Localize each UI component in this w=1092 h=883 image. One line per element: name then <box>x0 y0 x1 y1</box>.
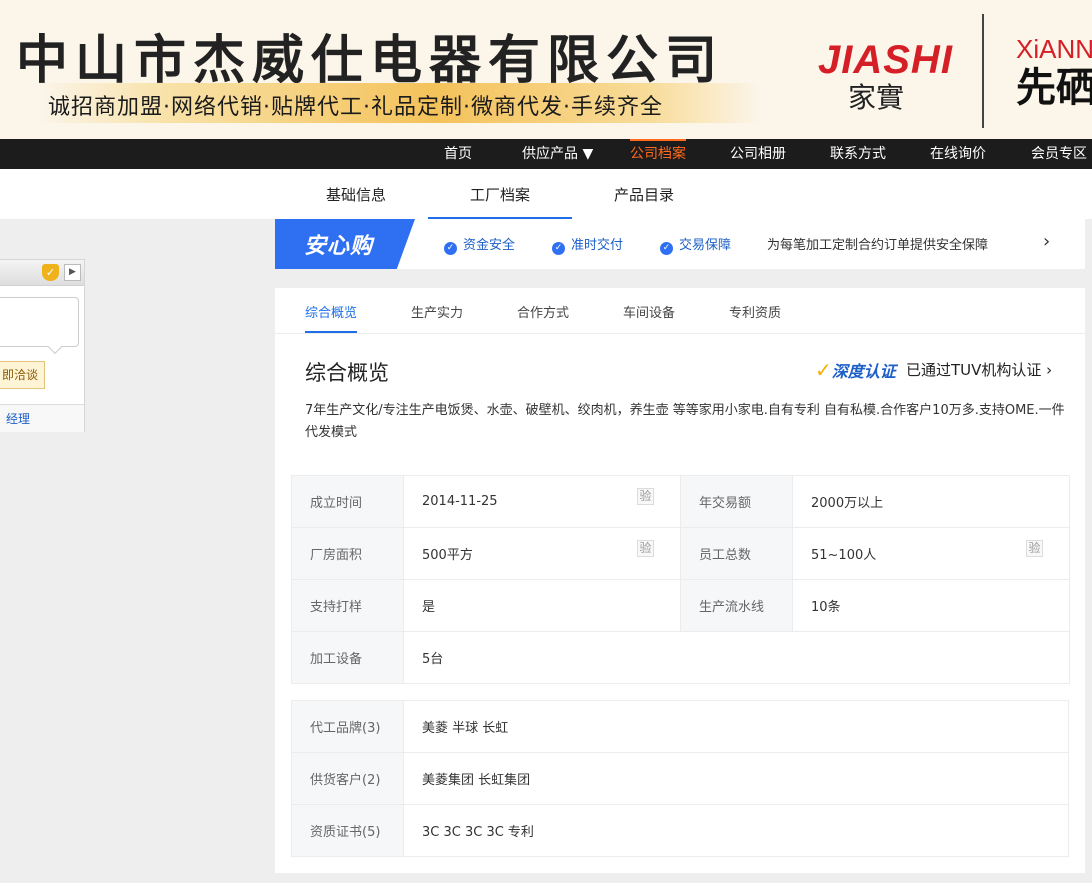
staff-value: 51~100人 <box>811 548 877 563</box>
table-row: 供货客户(2) 美菱集团 长虹集团 <box>291 752 1069 805</box>
factory-area-label: 厂房面积 <box>291 527 404 580</box>
tuv-certification-link[interactable]: 已通过TUV机构认证 › <box>906 359 1052 380</box>
secure-buy-description: 为每笔加工定制合约订单提供安全保障 <box>767 238 989 253</box>
verified-icon[interactable]: 验 <box>637 488 654 505</box>
clients-label: 供货客户(2) <box>291 752 404 805</box>
slogan: 诚招商加盟·网络代销·贴牌代工·礼品定制·微商代发·手续齐全 <box>48 95 663 120</box>
facts-table: 成立时间 2014-11-25 验 年交易额 2000万以上 厂房面积 500平方… <box>291 475 1070 684</box>
company-description: 7年生产文化/专注生产电饭煲、水壶、破壁机、绞肉机，养生壶 等等家用小家电.自有… <box>305 403 1065 440</box>
secure-buy-strip: 安心购 ✓ 资金安全 ✓ 准时交付 ✓ 交易保障 为每笔加工定制合约订单提供安全保障 … <box>275 219 1085 269</box>
jiashi-logo-en: JIASHI <box>818 38 953 82</box>
annual-trade-label: 年交易额 <box>680 475 793 528</box>
founded-label: 成立时间 <box>291 475 404 528</box>
checkmark-icon: ✓ <box>815 358 832 382</box>
table-row: 资质证书(5) 3C 3C 3C 3C 专利 <box>291 804 1069 857</box>
xiann-logo-en: XiANN <box>1016 34 1092 64</box>
table-row: 加工设备 5台 <box>291 631 1070 684</box>
factory-profile-panel: 综合概览 生产实力 合作方式 车间设备 专利资质 综合概览 ✓深度认证 已通过T… <box>275 288 1085 873</box>
main-nav: 首页 供应产品 ▼ 公司档案 公司相册 联系方式 在线询价 会员专区 <box>0 139 1092 169</box>
manager-link[interactable]: 经理 <box>0 410 30 427</box>
shield-icon: ✓ <box>42 264 59 281</box>
sampling-label: 支持打样 <box>291 579 404 632</box>
sampling-value: 是 <box>403 579 681 632</box>
partners-table: 代工品牌(3) 美菱 半球 长虹 供货客户(2) 美菱集团 长虹集团 资质证书(… <box>291 700 1069 857</box>
guarantee-on-time: ✓ 准时交付 <box>552 234 623 255</box>
oem-brands-label: 代工品牌(3) <box>291 700 404 753</box>
contact-widget-header: ✓ ▶ <box>0 260 84 286</box>
verified-icon[interactable]: 验 <box>637 540 654 557</box>
nav-contact[interactable]: 联系方式 <box>830 139 886 169</box>
verified-icon[interactable]: 验 <box>1026 540 1043 557</box>
check-circle-icon: ✓ <box>660 242 673 255</box>
contact-widget: ✓ ▶ 即洽谈 经理 <box>0 259 85 432</box>
section-title: 综合概览 <box>305 361 389 385</box>
nav-products[interactable]: 供应产品 ▼ <box>522 139 593 169</box>
table-row: 支持打样 是 生产流水线 10条 <box>291 579 1070 632</box>
chevron-right-icon[interactable]: › <box>1043 231 1050 252</box>
table-row: 代工品牌(3) 美菱 半球 长虹 <box>291 700 1069 753</box>
founded-value: 2014-11-25 <box>422 494 498 509</box>
certificates-label: 资质证书(5) <box>291 804 404 857</box>
secure-buy-logo-text: 安心购 <box>304 234 374 259</box>
tab-patents[interactable]: 专利资质 <box>729 302 781 321</box>
production-lines-value: 10条 <box>792 579 1070 632</box>
xiann-logo: XiANN 先硒 <box>1016 34 1092 112</box>
brand-divider <box>982 14 984 128</box>
equipment-value: 5台 <box>403 631 1070 684</box>
jiashi-logo-cn: 家實 <box>848 81 905 114</box>
company-name: 中山市杰威仕电器有限公司 <box>16 31 725 91</box>
nav-inquiry[interactable]: 在线询价 <box>930 139 986 169</box>
founded-cell: 2014-11-25 验 <box>403 475 681 528</box>
tab-production-strength[interactable]: 生产实力 <box>411 302 463 321</box>
clients-value: 美菱集团 长虹集团 <box>403 752 1069 805</box>
guarantee-funds-label: 资金安全 <box>463 238 516 253</box>
subnav-factory-profile[interactable]: 工厂档案 <box>428 169 572 219</box>
deep-certification-badge: ✓深度认证 <box>815 358 896 382</box>
tab-cooperation[interactable]: 合作方式 <box>517 302 569 321</box>
certificates-value: 3C 3C 3C 3C 专利 <box>403 804 1069 857</box>
nav-home[interactable]: 首页 <box>444 139 472 169</box>
oem-brands-value: 美菱 半球 长虹 <box>403 700 1069 753</box>
staff-label: 员工总数 <box>680 527 793 580</box>
tab-overview[interactable]: 综合概览 <box>305 302 358 333</box>
message-bubble <box>0 297 79 347</box>
secure-buy-logo: 安心购 <box>275 219 415 269</box>
collapse-arrow-icon[interactable]: ▶ <box>64 264 81 281</box>
deep-certification-label: 深度认证 <box>831 362 896 381</box>
nav-member-zone[interactable]: 会员专区 <box>1031 139 1087 169</box>
shop-banner: 中山市杰威仕电器有限公司 诚招商加盟·网络代销·贴牌代工·礼品定制·微商代发·手… <box>0 0 1092 139</box>
xiann-logo-cn: 先硒 <box>1016 65 1092 111</box>
check-circle-icon: ✓ <box>444 242 457 255</box>
table-row: 成立时间 2014-11-25 验 年交易额 2000万以上 <box>291 475 1070 528</box>
tab-workshop-equipment[interactable]: 车间设备 <box>623 302 675 321</box>
production-lines-label: 生产流水线 <box>680 579 793 632</box>
guarantee-on-time-label: 准时交付 <box>571 238 624 253</box>
table-row: 厂房面积 500平方 验 员工总数 51~100人 验 <box>291 527 1070 580</box>
equipment-label: 加工设备 <box>291 631 404 684</box>
jiashi-logo: JIASHI 家實 <box>818 38 958 114</box>
factory-area-cell: 500平方 验 <box>403 527 681 580</box>
sub-nav: 基础信息 工厂档案 产品目录 <box>0 169 1092 219</box>
annual-trade-value: 2000万以上 <box>792 475 1070 528</box>
nav-company-profile[interactable]: 公司档案 <box>630 139 686 169</box>
profile-tabs: 综合概览 生产实力 合作方式 车间设备 专利资质 <box>275 288 1085 334</box>
guarantee-trade: ✓ 交易保障 <box>660 234 731 255</box>
guarantee-trade-label: 交易保障 <box>679 238 732 253</box>
page: 中山市杰威仕电器有限公司 诚招商加盟·网络代销·贴牌代工·礼品定制·微商代发·手… <box>0 0 1092 883</box>
staff-cell: 51~100人 验 <box>792 527 1070 580</box>
chat-now-button[interactable]: 即洽谈 <box>0 361 45 389</box>
factory-area-value: 500平方 <box>422 548 473 563</box>
subnav-product-catalog[interactable]: 产品目录 <box>572 169 716 219</box>
guarantee-funds: ✓ 资金安全 <box>444 234 515 255</box>
check-circle-icon: ✓ <box>552 242 565 255</box>
subnav-basic-info[interactable]: 基础信息 <box>284 169 428 219</box>
nav-company-album[interactable]: 公司相册 <box>730 139 786 169</box>
